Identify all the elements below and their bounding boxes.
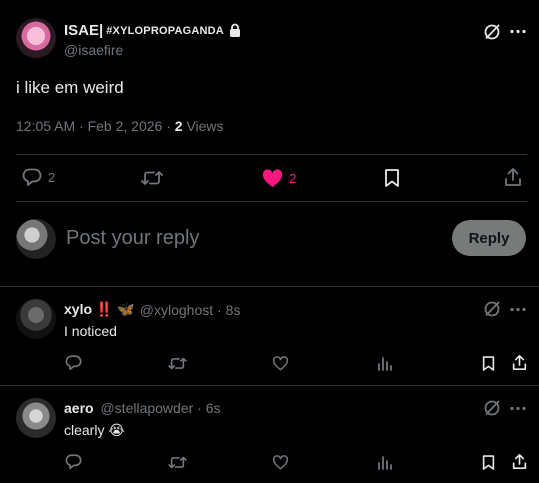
divider (16, 154, 527, 155)
reply-text: I noticed (64, 323, 117, 339)
share-icon[interactable] (512, 453, 527, 470)
bookmark-icon[interactable] (482, 454, 495, 471)
reply-handle-time[interactable]: @xyloghost · 8s (140, 302, 241, 318)
reply-text-row: clearly 😭 (64, 422, 125, 439)
grok-icon[interactable] (483, 300, 501, 318)
post-meta: 12:05 AM · Feb 2, 2026 · 2 Views (16, 118, 224, 134)
divider (16, 201, 527, 202)
reply-author-name[interactable]: xylo ‼️ (64, 301, 113, 318)
post-text: i like em weird (16, 78, 124, 97)
grok-icon[interactable] (483, 399, 501, 417)
reply-count: 2 (48, 170, 56, 185)
reply-handle-time[interactable]: @stellapowder · 6s (100, 400, 220, 416)
share-action[interactable] (504, 167, 522, 187)
more-options-icon[interactable] (510, 29, 526, 34)
reply-icon (22, 168, 42, 187)
post-author-tag: #xylopropaganda (106, 24, 224, 37)
post-author-name[interactable]: ISAE| (64, 22, 103, 39)
post-author-handle[interactable]: @isaefire (64, 42, 123, 58)
lock-icon (228, 23, 242, 38)
post-author-avatar[interactable] (16, 18, 56, 58)
reply-submit-button[interactable]: Reply (452, 220, 526, 256)
reply-icon[interactable] (65, 355, 82, 371)
reply-action[interactable]: 2 (22, 168, 55, 187)
grok-icon[interactable] (483, 23, 501, 41)
more-options-icon[interactable] (510, 307, 526, 312)
like-icon[interactable] (272, 455, 289, 470)
reply-header: aero @stellapowder · 6s (64, 400, 221, 416)
bookmark-action[interactable] (384, 168, 400, 188)
post-timestamp[interactable]: 12:05 AM · Feb 2, 2026 · (16, 118, 175, 134)
repost-icon[interactable] (168, 356, 187, 371)
post-author-name-row[interactable]: ISAE| #xylopropaganda (64, 22, 242, 39)
reply-header: xylo ‼️ 🦋 @xyloghost · 8s (64, 301, 240, 318)
reply-composer-input[interactable]: Post your reply (66, 227, 199, 250)
reply-author-name[interactable]: aero (64, 400, 94, 416)
views-icon[interactable] (377, 356, 393, 371)
current-user-avatar[interactable] (16, 219, 56, 259)
reply-author-avatar[interactable] (16, 398, 56, 438)
heart-filled-icon (262, 169, 283, 188)
share-icon[interactable] (512, 354, 527, 371)
repost-action[interactable] (141, 169, 163, 187)
divider (0, 385, 539, 386)
post-views-label: Views (182, 118, 224, 134)
reply-author-avatar[interactable] (16, 299, 56, 339)
views-icon[interactable] (377, 455, 393, 470)
reply-icon[interactable] (65, 454, 82, 470)
reply-text: clearly (64, 422, 109, 438)
butterfly-emoji: 🦋 (117, 301, 135, 317)
post-views-count: 2 (174, 118, 183, 134)
like-action[interactable]: 2 (262, 169, 296, 188)
divider (0, 286, 539, 287)
repost-icon[interactable] (168, 455, 187, 470)
bookmark-icon[interactable] (482, 355, 495, 372)
more-options-icon[interactable] (510, 406, 526, 411)
like-count: 2 (289, 171, 297, 186)
like-icon[interactable] (272, 356, 289, 371)
crying-emoji: 😭 (108, 422, 125, 438)
